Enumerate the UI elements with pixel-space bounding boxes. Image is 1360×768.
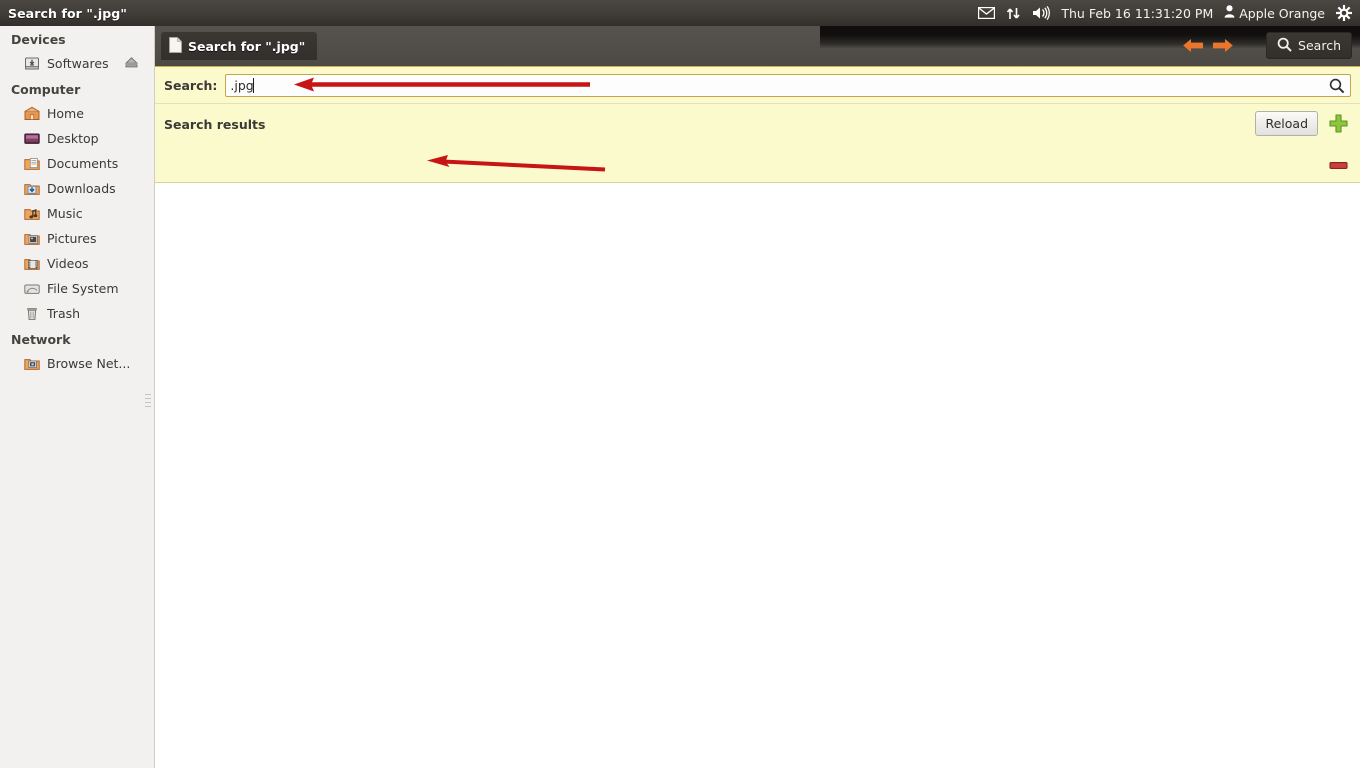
magnifier-icon[interactable] — [1329, 78, 1345, 98]
sidebar-item-label: Pictures — [47, 231, 97, 246]
sidebar-item-label: File System — [47, 281, 119, 296]
sidebar-item-downloads[interactable]: Downloads — [0, 176, 154, 201]
plus-icon[interactable] — [1329, 114, 1348, 137]
sidebar-heading-network: Network — [11, 332, 71, 347]
mail-icon[interactable] — [978, 7, 996, 19]
window-title: Search for ".jpg" — [8, 5, 127, 21]
sidebar-item-label: Desktop — [47, 131, 99, 146]
sidebar-item-label: Browse Net... — [47, 356, 131, 371]
sidebar-item-trash[interactable]: Trash — [0, 301, 154, 326]
sidebar-item-home[interactable]: Home — [0, 101, 154, 126]
music-folder-icon — [24, 206, 40, 222]
drive-icon — [24, 56, 40, 72]
user-name: Apple Orange — [1239, 5, 1325, 21]
desktop-icon — [24, 131, 40, 147]
downloads-folder-icon — [24, 181, 40, 197]
search-results-title: Search results — [164, 117, 266, 132]
sidebar-item-label: Trash — [47, 306, 81, 321]
search-input[interactable] — [226, 74, 1350, 96]
search-button-label: Search — [1298, 38, 1341, 53]
network-folder-icon — [24, 356, 40, 372]
sidebar-item-documents[interactable]: Documents — [0, 151, 154, 176]
sidebar-heading-computer: Computer — [11, 82, 81, 97]
top-panel: Search for ".jpg" Thu Feb 16 11:31:20 PM — [0, 0, 1360, 26]
sidebar-item-file-system[interactable]: File System — [0, 276, 154, 301]
sidebar-item-label: Home — [47, 106, 84, 121]
clock[interactable]: Thu Feb 16 11:31:20 PM — [1061, 6, 1213, 21]
sidebar-item-videos[interactable]: Videos — [0, 251, 154, 276]
network-transfer-icon[interactable] — [1006, 7, 1021, 20]
places-sidebar[interactable]: Devices Softwares Computer Home Desktop … — [0, 26, 155, 768]
search-results-panel: Search results Location — [155, 103, 1360, 278]
filesystem-icon — [24, 281, 40, 297]
user-menu[interactable]: Apple Orange — [1224, 5, 1325, 21]
sidebar-item-browse-network[interactable]: Browse Net... — [0, 351, 154, 376]
sidebar-item-label: Downloads — [47, 181, 116, 196]
arrow-right-icon[interactable] — [1212, 38, 1234, 57]
text-caret — [253, 77, 255, 93]
tab-search-results[interactable]: Search for ".jpg" — [161, 32, 318, 60]
sidebar-resize-grip[interactable] — [145, 394, 151, 410]
sidebar-item-label: Documents — [47, 156, 119, 171]
sidebar-item-desktop[interactable]: Desktop — [0, 126, 154, 151]
gear-icon[interactable] — [1336, 5, 1352, 21]
sidebar-item-softwares[interactable]: Softwares — [0, 51, 154, 76]
user-icon — [1224, 5, 1235, 21]
documents-folder-icon — [24, 156, 40, 172]
search-bar: Search: — [155, 66, 1360, 103]
search-toolbar-button[interactable]: Search — [1266, 32, 1352, 59]
arrow-left-icon[interactable] — [1182, 38, 1204, 57]
home-folder-icon — [24, 106, 40, 122]
trash-icon — [24, 306, 40, 322]
eject-icon[interactable] — [124, 56, 139, 71]
panel-indicators: Thu Feb 16 11:31:20 PM Apple Orange — [978, 5, 1360, 21]
sidebar-item-label: Softwares — [47, 56, 109, 71]
sidebar-item-label: Music — [47, 206, 83, 221]
reload-button[interactable]: Reload — [1255, 111, 1318, 136]
magnifier-icon — [1277, 37, 1292, 55]
tab-bar: Search for ".jpg" Search — [155, 26, 1360, 66]
sidebar-item-label: Videos — [47, 256, 89, 271]
search-field-label: Search: — [164, 77, 218, 93]
volume-icon[interactable] — [1032, 6, 1051, 20]
sidebar-item-pictures[interactable]: Pictures — [0, 226, 154, 251]
tab-label: Search for ".jpg" — [188, 38, 306, 54]
search-input-wrapper[interactable] — [225, 73, 1351, 98]
navigation-arrows — [1182, 38, 1234, 57]
file-list-area[interactable] — [155, 183, 1360, 768]
sidebar-item-music[interactable]: Music — [0, 201, 154, 226]
sidebar-heading-devices: Devices — [11, 32, 66, 47]
pictures-folder-icon — [24, 231, 40, 247]
document-icon — [169, 36, 182, 56]
minus-icon[interactable] — [1329, 155, 1348, 174]
videos-folder-icon — [24, 256, 40, 272]
